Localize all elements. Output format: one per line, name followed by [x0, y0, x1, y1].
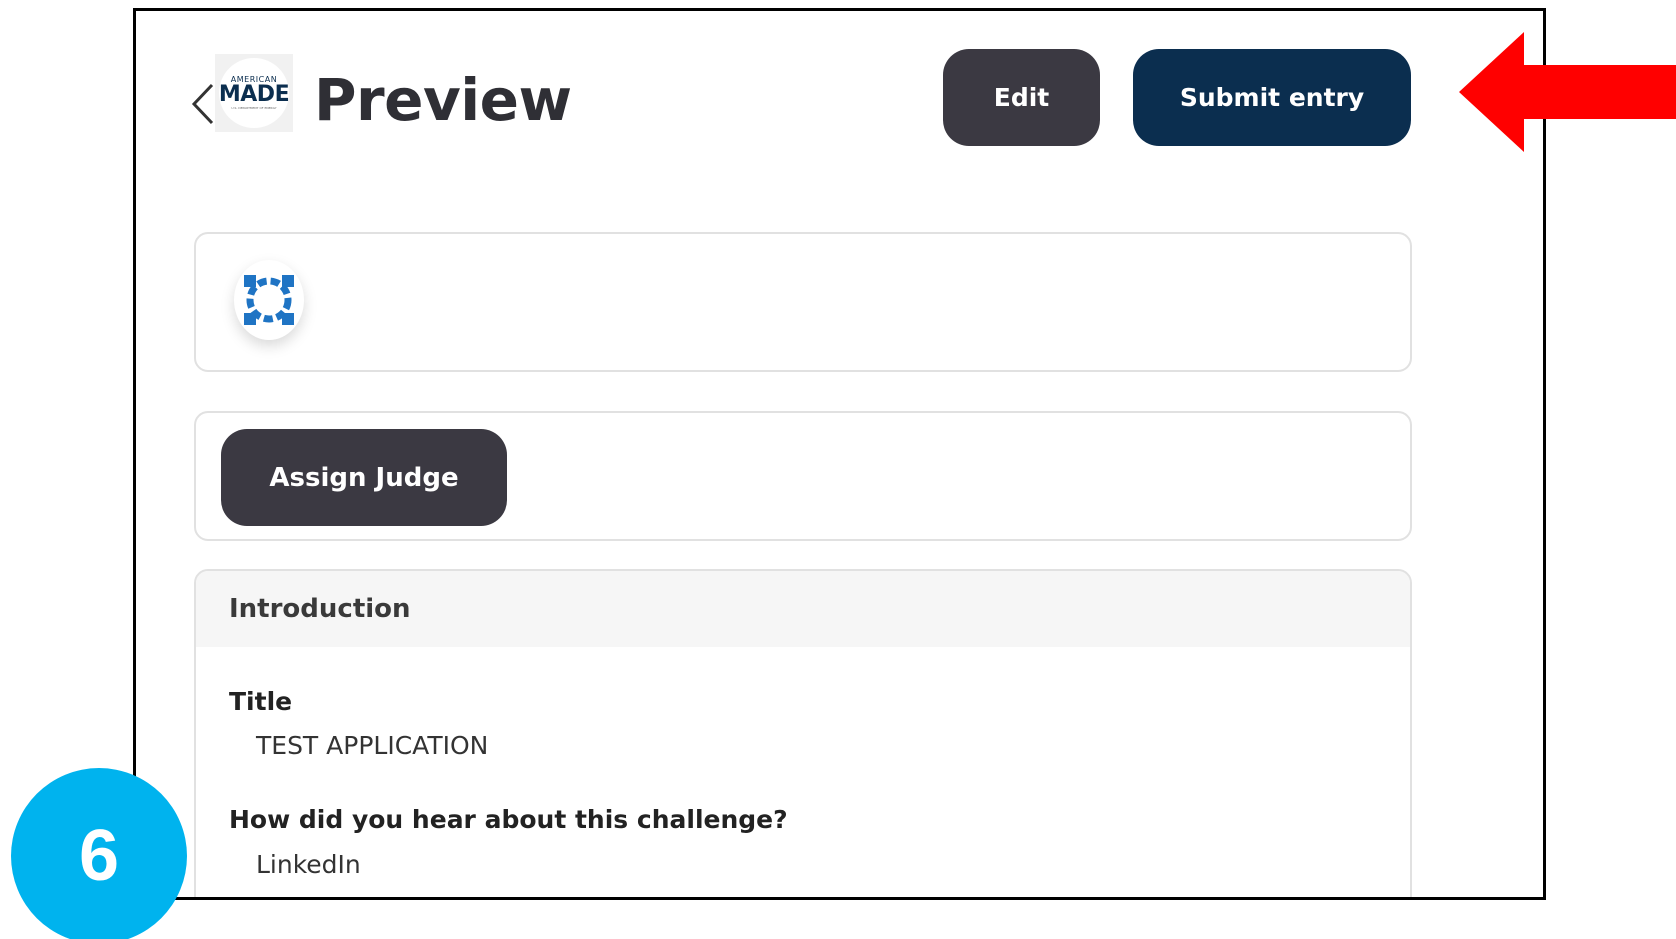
- app-window: AMERICAN MADE U.S. DEPARTMENT OF ENERGY …: [133, 8, 1546, 900]
- introduction-card: Introduction Title TEST APPLICATION How …: [194, 569, 1412, 897]
- section-header-introduction: Introduction: [196, 571, 1410, 647]
- field-label-referral: How did you hear about this challenge?: [229, 805, 788, 834]
- field-value-title: TEST APPLICATION: [256, 731, 489, 760]
- assign-judge-card: Assign Judge: [194, 411, 1412, 541]
- chevron-left-icon[interactable]: [190, 81, 216, 127]
- field-value-referral: LinkedIn: [256, 850, 361, 879]
- step-number-badge: 6: [11, 768, 187, 939]
- assign-judge-button[interactable]: Assign Judge: [221, 429, 507, 526]
- page-header: AMERICAN MADE U.S. DEPARTMENT OF ENERGY …: [136, 11, 1543, 181]
- annotation-arrow-icon: [1459, 32, 1676, 152]
- entry-avatar: [234, 260, 304, 340]
- entry-avatar-card: [194, 232, 1412, 372]
- american-made-logo: AMERICAN MADE U.S. DEPARTMENT OF ENERGY: [215, 54, 293, 132]
- field-label-title: Title: [229, 687, 293, 716]
- crosshair-logo-icon: [244, 275, 294, 325]
- logo-main-text: MADE: [218, 82, 290, 107]
- logo-sub-text: U.S. DEPARTMENT OF ENERGY: [231, 106, 277, 110]
- page-title: Preview: [314, 66, 572, 134]
- submit-entry-button[interactable]: Submit entry: [1133, 49, 1411, 146]
- edit-button[interactable]: Edit: [943, 49, 1100, 146]
